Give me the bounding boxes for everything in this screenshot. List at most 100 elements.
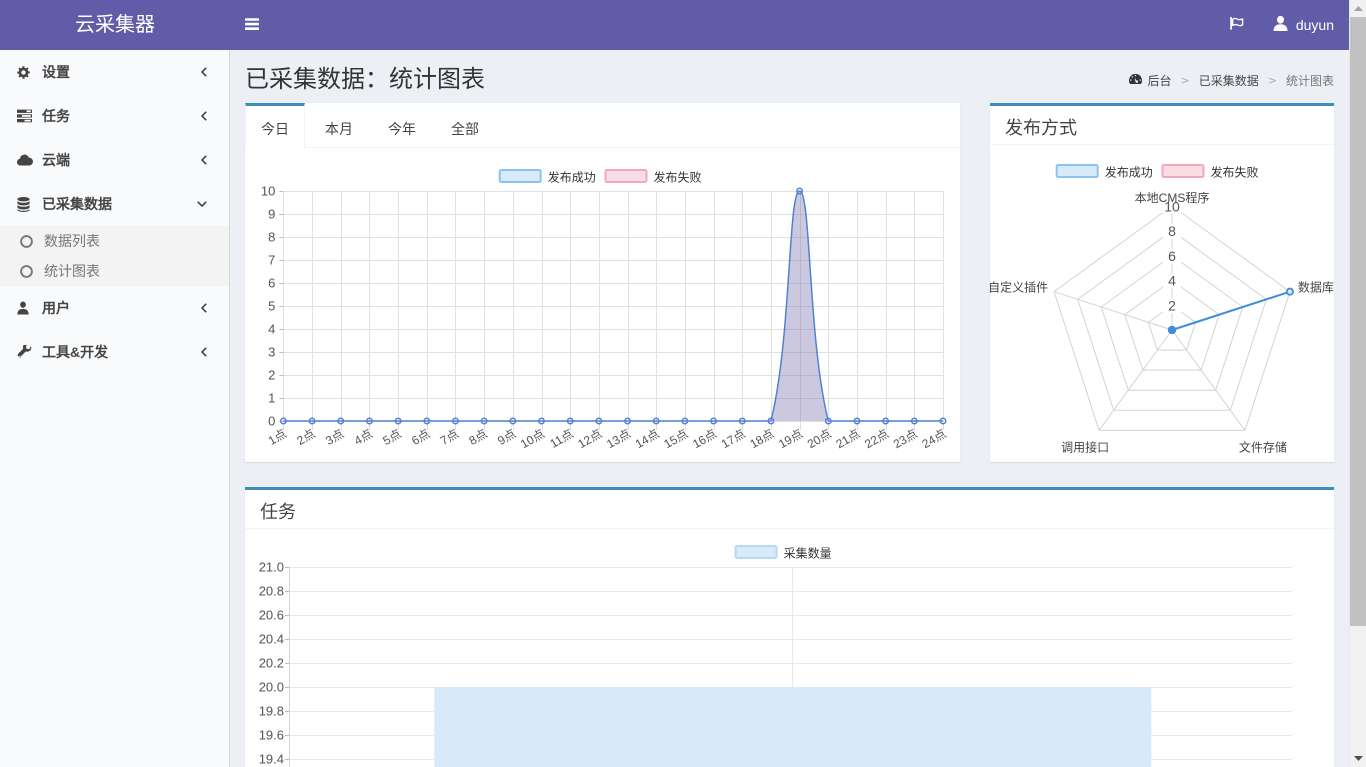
x-tick-label: 18点 <box>747 426 776 451</box>
legend-label: 发布失败 <box>1211 165 1259 180</box>
sidebar-item-5[interactable]: 工具&开发 <box>0 330 229 374</box>
publish-method-panel: 发布方式 发布成功发布失败246810本地CMS程序数据库文件存储调用接口自定义… <box>990 103 1334 462</box>
cloud-icon <box>17 154 42 166</box>
radar-axis-label: 调用接口 <box>1061 439 1109 454</box>
user-menu-button[interactable]: duyun <box>1257 0 1349 50</box>
radar-ring-label: 8 <box>1168 223 1176 239</box>
tab-0[interactable]: 今日 <box>245 103 305 149</box>
radar-ring-label: 6 <box>1168 248 1176 264</box>
scrollbar-thumb[interactable] <box>1350 17 1366 626</box>
sidebar-subitem-label: 统计图表 <box>44 261 100 281</box>
user-name: duyun <box>1296 17 1334 33</box>
page-scrollbar[interactable] <box>1349 0 1366 767</box>
legend-label: 采集数量 <box>784 546 832 561</box>
scroll-up-arrow-icon[interactable] <box>1350 0 1366 17</box>
breadcrumb-home[interactable]: 后台 <box>1128 72 1172 89</box>
flag-icon <box>1230 17 1244 33</box>
gear-icon <box>17 66 42 79</box>
x-tick-label: 19点 <box>776 426 805 451</box>
circle-o-icon <box>20 265 44 278</box>
y-tick-label: 2 <box>268 368 275 383</box>
stats-tabs-panel: 今日本月今年全部 发布成功发布失败0123456789101点2点3点4点5点6… <box>245 103 960 462</box>
sidebar-item-label: 用户 <box>42 298 70 318</box>
tab-1[interactable]: 本月 <box>310 103 368 148</box>
sidebar: 设置任务云端已采集数据数据列表统计图表用户工具&开发 <box>0 50 230 767</box>
y-tick-label: 20.4 <box>259 632 284 647</box>
breadcrumb: 后台>已采集数据>统计图表 <box>1128 72 1334 89</box>
radar-axis-label: 文件存储 <box>1239 439 1287 454</box>
y-tick-label: 19.6 <box>259 728 284 743</box>
sidebar-item-3[interactable]: 已采集数据 <box>0 182 229 226</box>
radar-ring-label: 4 <box>1168 273 1176 289</box>
x-tick-label: 14点 <box>633 426 662 451</box>
y-tick-label: 3 <box>268 345 275 360</box>
hourly-chart: 发布成功发布失败0123456789101点2点3点4点5点6点7点8点9点10… <box>245 148 960 462</box>
radar-axis-label: 自定义插件 <box>990 280 1048 295</box>
x-tick-label: 7点 <box>438 426 461 447</box>
tasks-icon <box>17 109 42 123</box>
y-tick-label: 10 <box>261 184 275 199</box>
task-panel-title: 任务 <box>260 500 296 524</box>
legend-swatch <box>606 170 647 182</box>
sidebar-item-label: 工具&开发 <box>42 342 108 362</box>
tab-2[interactable]: 今年 <box>373 103 431 148</box>
top-navbar: 云采集器 duyun <box>0 0 1349 50</box>
legend-label: 发布失败 <box>654 170 702 185</box>
tab-3[interactable]: 全部 <box>436 103 494 148</box>
circle-o-icon <box>20 235 44 248</box>
sidebar-toggle-button[interactable] <box>230 0 274 50</box>
angle-left-icon <box>201 155 207 165</box>
x-tick-label: 22点 <box>862 426 891 451</box>
x-tick-label: 24点 <box>920 426 949 451</box>
radar-point <box>1287 289 1293 295</box>
x-tick-label: 2点 <box>294 426 317 447</box>
wrench-icon <box>17 345 42 360</box>
y-tick-label: 20.2 <box>259 656 284 671</box>
y-tick-label: 9 <box>268 207 275 222</box>
flag-menu-button[interactable] <box>1217 0 1257 50</box>
x-tick-label: 8点 <box>466 426 489 447</box>
sidebar-item-1[interactable]: 任务 <box>0 94 229 138</box>
x-tick-label: 9点 <box>495 426 518 447</box>
angle-left-icon <box>201 67 207 77</box>
user-avatar-icon <box>1273 16 1288 34</box>
breadcrumb-separator: > <box>1181 74 1190 87</box>
sidebar-item-label: 任务 <box>42 106 70 126</box>
radar-axis-label: 本地CMS程序 <box>1135 190 1210 205</box>
x-tick-label: 4点 <box>352 426 375 447</box>
y-tick-label: 1 <box>268 391 275 406</box>
sidebar-item-label: 已采集数据 <box>42 194 112 214</box>
y-tick-label: 20.8 <box>259 584 284 599</box>
breadcrumb-current: 统计图表 <box>1286 72 1334 89</box>
brand-logo[interactable]: 云采集器 <box>0 0 230 50</box>
user-icon <box>17 301 42 315</box>
x-tick-label: 10点 <box>518 426 547 451</box>
y-tick-label: 21.0 <box>259 560 284 575</box>
x-tick-label: 3点 <box>323 426 346 447</box>
database-icon <box>17 197 42 212</box>
y-tick-label: 7 <box>268 253 275 268</box>
breadcrumb-item-1[interactable]: 已采集数据 <box>1199 72 1259 89</box>
main-content: 已采集数据：统计图表 后台>已采集数据>统计图表 今日本月今年全部 发布成功发布… <box>230 50 1349 767</box>
sidebar-item-4[interactable]: 用户 <box>0 286 229 330</box>
x-tick-label: 1点 <box>266 426 289 447</box>
sidebar-item-2[interactable]: 云端 <box>0 138 229 182</box>
radar-axis-label: 数据库 <box>1298 280 1334 295</box>
x-tick-label: 12点 <box>575 426 604 451</box>
radar-chart: 发布成功发布失败246810本地CMS程序数据库文件存储调用接口自定义插件 <box>990 145 1334 462</box>
x-tick-label: 21点 <box>834 426 863 451</box>
legend-swatch <box>1057 165 1098 177</box>
x-tick-label: 6点 <box>409 426 432 447</box>
sidebar-item-label: 设置 <box>42 62 70 82</box>
radar-point <box>1168 326 1176 334</box>
sidebar-item-0[interactable]: 设置 <box>0 50 229 94</box>
legend-swatch <box>500 170 541 182</box>
y-tick-label: 20.0 <box>259 680 284 695</box>
bar <box>434 687 1151 767</box>
angle-down-icon <box>197 201 207 207</box>
legend-swatch <box>736 546 777 558</box>
y-tick-label: 0 <box>268 414 275 429</box>
scroll-down-arrow-icon[interactable] <box>1350 750 1366 767</box>
sidebar-subitem-1[interactable]: 统计图表 <box>0 256 229 286</box>
sidebar-subitem-0[interactable]: 数据列表 <box>0 226 229 256</box>
